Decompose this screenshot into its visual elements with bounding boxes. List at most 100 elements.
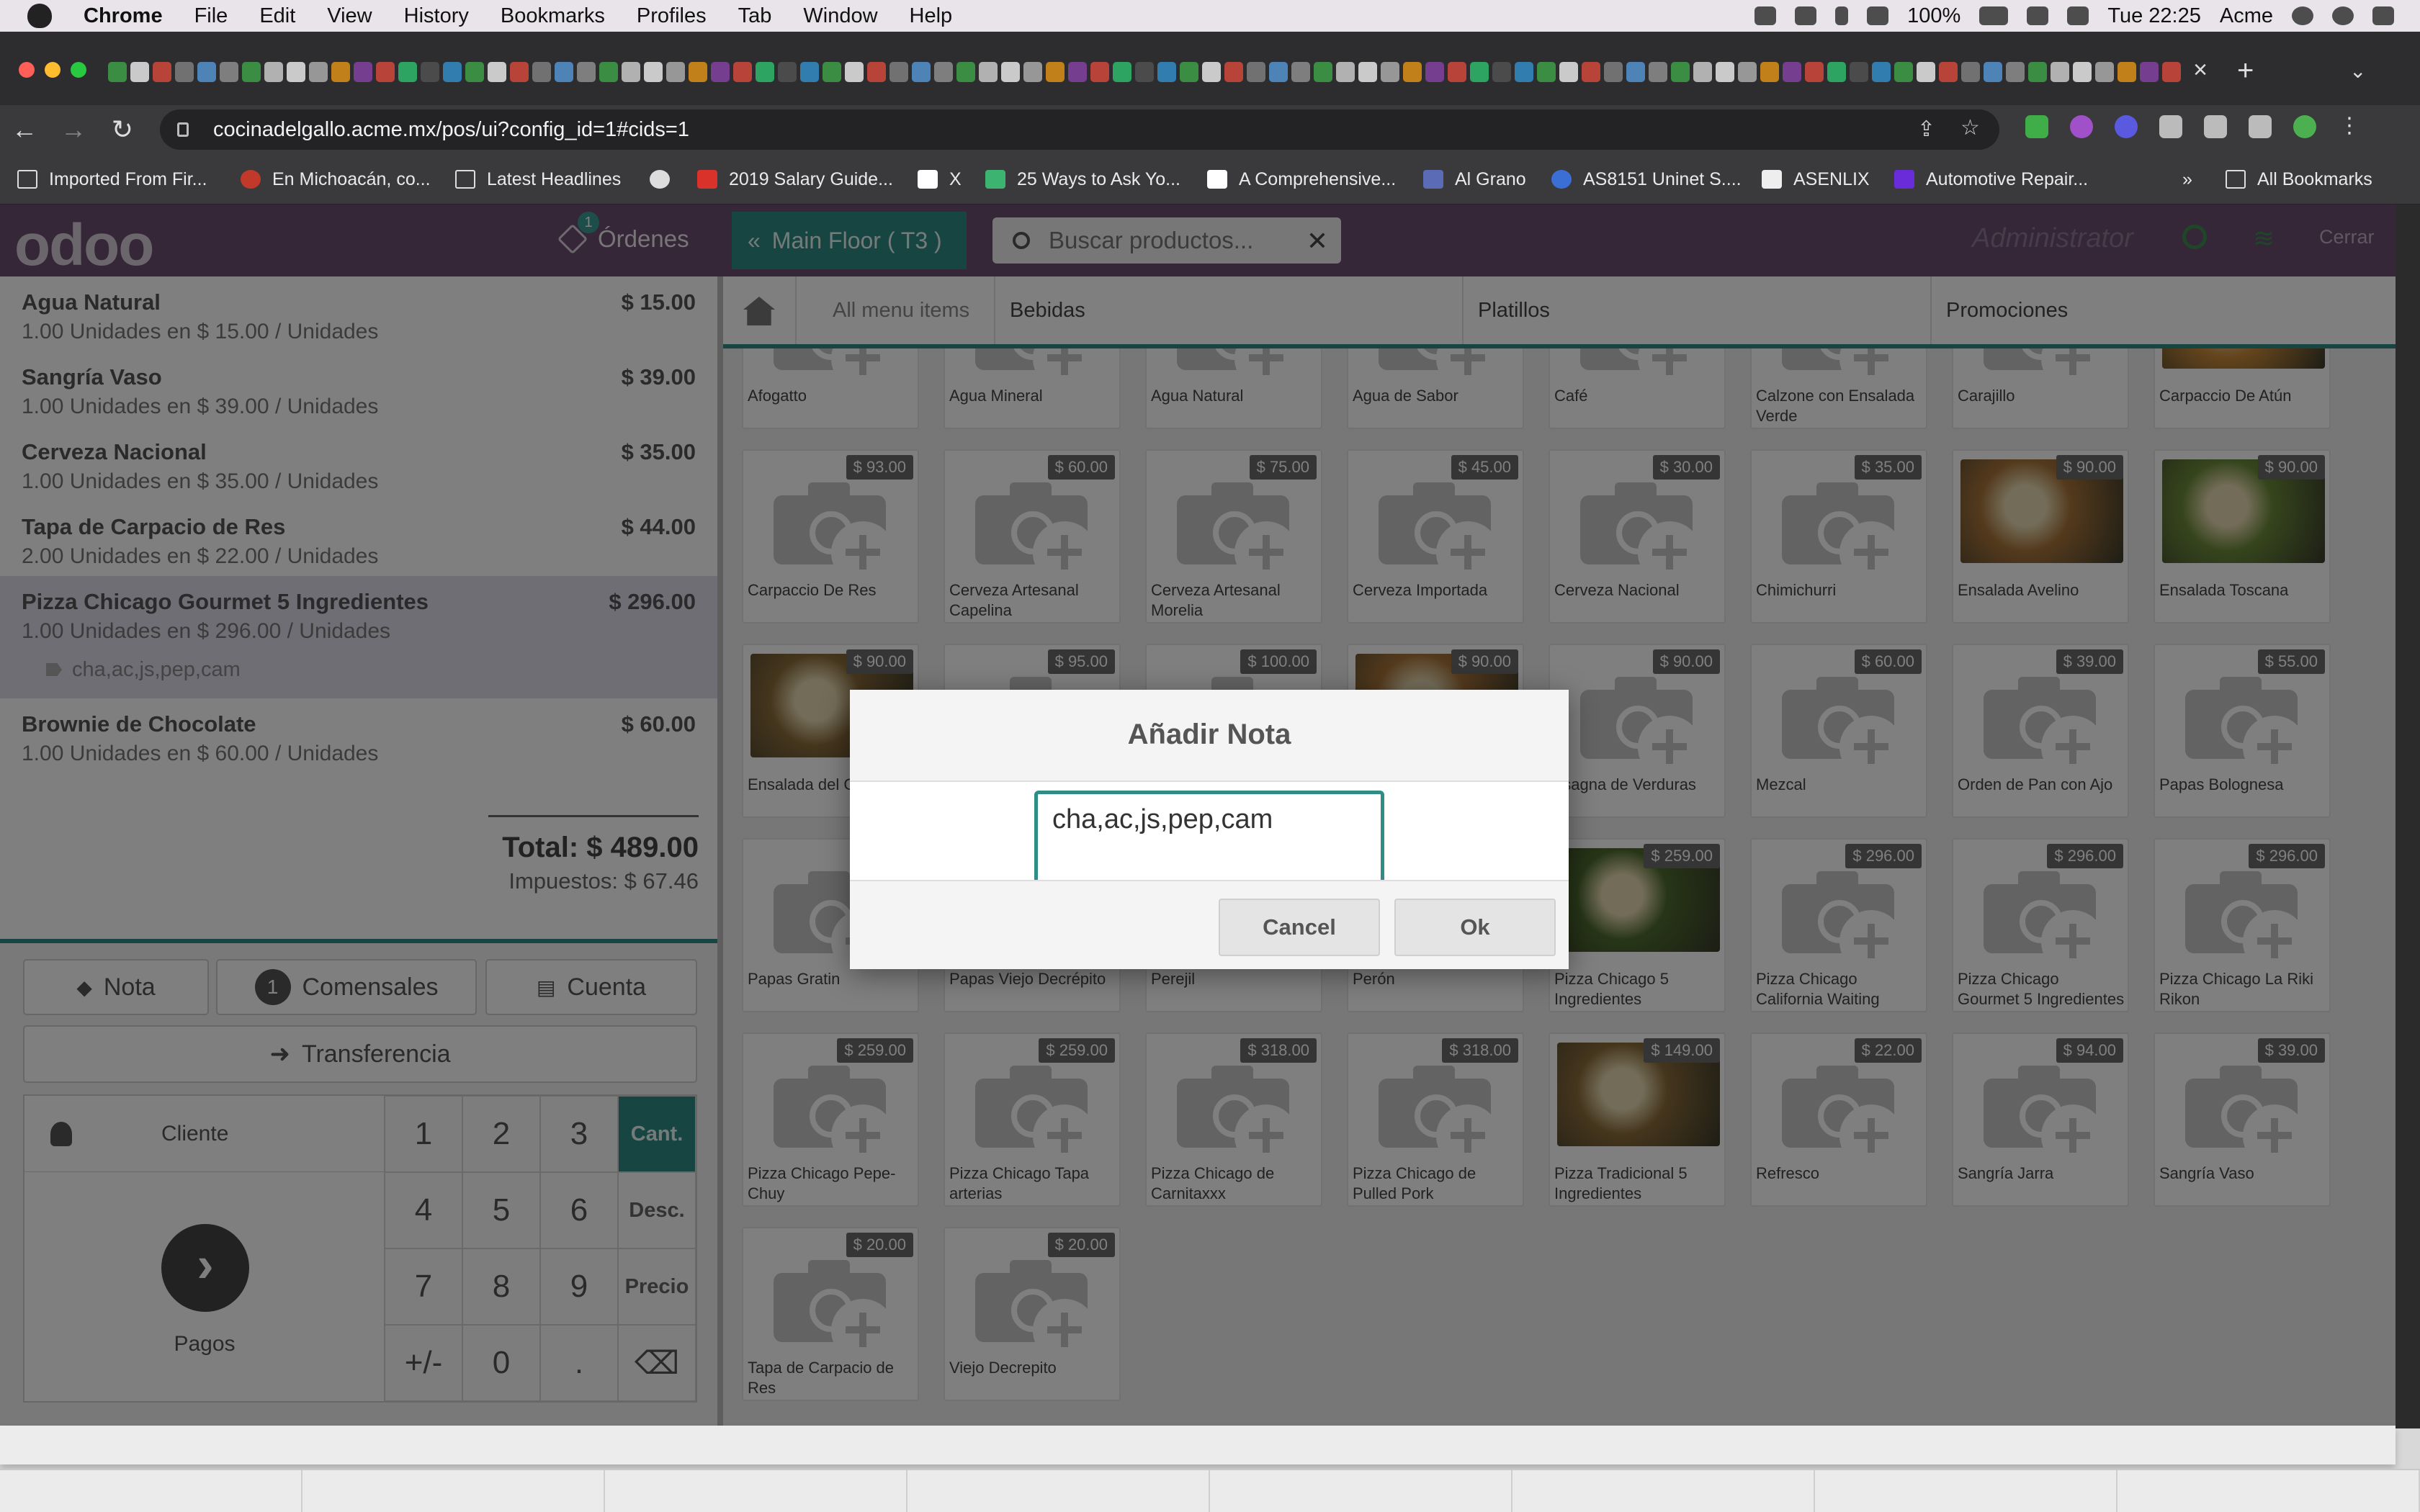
tab-favicon[interactable]	[2140, 62, 2159, 82]
tab-favicon[interactable]	[1738, 62, 1757, 82]
tab-favicon[interactable]	[1559, 62, 1578, 82]
tab-favicon[interactable]	[2095, 62, 2114, 82]
bookmark-imported[interactable]: Imported From Fir...	[17, 167, 207, 192]
media-icon[interactable]	[2204, 115, 2227, 138]
url-text[interactable]: cocinadelgallo.acme.mx/pos/ui?config_id=…	[213, 118, 689, 142]
menu-window[interactable]: Window	[803, 4, 877, 28]
tab-favicon[interactable]	[421, 62, 439, 82]
menubar-user[interactable]: Acme	[2220, 4, 2273, 28]
tab-favicon[interactable]	[778, 62, 797, 82]
side-panel-icon[interactable]	[2249, 115, 2272, 138]
tab-favicon[interactable]	[1113, 62, 1131, 82]
tab-favicon[interactable]	[1626, 62, 1645, 82]
control-center-icon[interactable]	[2372, 6, 2394, 25]
tab-favicon[interactable]	[1269, 62, 1288, 82]
bookmark-as8151[interactable]: AS8151 Uninet S....	[1551, 167, 1742, 192]
tab-favicon[interactable]	[1805, 62, 1824, 82]
tab-favicon[interactable]	[1180, 62, 1198, 82]
menu-edit[interactable]: Edit	[259, 4, 295, 28]
menu-view[interactable]: View	[327, 4, 372, 28]
menu-help[interactable]: Help	[910, 4, 953, 28]
menu-app-name[interactable]: Chrome	[84, 4, 163, 28]
tab-favicon[interactable]	[689, 62, 707, 82]
tab-favicon[interactable]	[153, 62, 171, 82]
tab-favicon[interactable]	[1961, 62, 1980, 82]
tab-favicon[interactable]	[1470, 62, 1489, 82]
tab-favicon[interactable]	[220, 62, 238, 82]
tab-favicon[interactable]	[1582, 62, 1600, 82]
tab-favicon[interactable]	[867, 62, 886, 82]
calendar-icon[interactable]	[2067, 6, 2089, 25]
page-scrollbar[interactable]	[2396, 204, 2420, 1428]
tab-favicon[interactable]	[1314, 62, 1332, 82]
tab-favicon[interactable]	[1783, 62, 1801, 82]
tab-favicon[interactable]	[443, 62, 462, 82]
tab-favicon[interactable]	[1090, 62, 1109, 82]
tab-favicon[interactable]	[956, 62, 975, 82]
menu-profiles[interactable]: Profiles	[637, 4, 707, 28]
tab-favicon[interactable]	[1492, 62, 1511, 82]
reload-icon[interactable]: ↻	[98, 114, 147, 145]
tab-favicon[interactable]	[1224, 62, 1243, 82]
tab-favicon[interactable]	[1827, 62, 1846, 82]
tab-favicon[interactable]	[979, 62, 998, 82]
menu-file[interactable]: File	[194, 4, 228, 28]
menu-history[interactable]: History	[404, 4, 469, 28]
zoom-window-icon[interactable]	[71, 62, 86, 78]
bookmark-michoacan[interactable]: En Michoacán, co...	[241, 167, 431, 192]
tab-favicon[interactable]	[242, 62, 261, 82]
tab-favicon[interactable]	[1425, 62, 1444, 82]
tab-favicon[interactable]	[2118, 62, 2136, 82]
tab-favicon[interactable]	[1001, 62, 1020, 82]
extension-check-icon[interactable]	[2025, 115, 2048, 138]
tab-favicon[interactable]	[1135, 62, 1154, 82]
menu-bookmarks[interactable]: Bookmarks	[501, 4, 605, 28]
siri-icon[interactable]	[2332, 6, 2354, 25]
tab-favicon[interactable]	[1515, 62, 1533, 82]
tab-favicon[interactable]	[465, 62, 484, 82]
tab-favicon[interactable]	[711, 62, 730, 82]
tab-favicon[interactable]	[577, 62, 596, 82]
forward-icon[interactable]: →	[49, 114, 98, 145]
extension-purple-icon[interactable]	[2070, 115, 2093, 138]
tab-favicon[interactable]	[823, 62, 841, 82]
tab-favicon[interactable]	[309, 62, 328, 82]
bookmark-asenlix[interactable]: ASENLIX	[1762, 167, 1870, 192]
all-bookmarks[interactable]: All Bookmarks	[2226, 167, 2372, 192]
tab-favicon[interactable]	[2006, 62, 2025, 82]
battery-icon[interactable]	[1979, 6, 2009, 25]
bookmark-salary-guide[interactable]: 2019 Salary Guide...	[697, 167, 893, 192]
tab-favicon[interactable]	[376, 62, 395, 82]
cloud-icon[interactable]	[1795, 6, 1817, 25]
tab-favicon[interactable]	[800, 62, 819, 82]
tab-favicon[interactable]	[1604, 62, 1623, 82]
tab-search-icon[interactable]: ⌄	[2349, 59, 2366, 83]
spotlight-icon[interactable]	[2292, 6, 2313, 25]
tab-favicon[interactable]	[1157, 62, 1176, 82]
menu-tab[interactable]: Tab	[738, 4, 772, 28]
tab-favicon[interactable]	[889, 62, 908, 82]
tab-favicon[interactable]	[1917, 62, 1935, 82]
tab-favicon[interactable]	[756, 62, 774, 82]
tab-favicon[interactable]	[2028, 62, 2047, 82]
tab-favicon[interactable]	[130, 62, 149, 82]
address-bar[interactable]: cocinadelgallo.acme.mx/pos/ui?config_id=…	[160, 109, 1999, 150]
tab-favicon[interactable]	[1649, 62, 1667, 82]
tab-favicon[interactable]	[622, 62, 640, 82]
tab-favicon[interactable]	[1716, 62, 1734, 82]
tab-favicon[interactable]	[644, 62, 663, 82]
volume-icon[interactable]	[2027, 6, 2049, 25]
tab-favicon[interactable]	[1984, 62, 2002, 82]
tab-favicon[interactable]	[488, 62, 506, 82]
tab-favicon[interactable]	[1939, 62, 1958, 82]
tab-favicon[interactable]	[1448, 62, 1466, 82]
note-textarea[interactable]	[1034, 791, 1384, 888]
status-app-icon[interactable]	[1754, 6, 1777, 25]
tab-favicon[interactable]	[331, 62, 350, 82]
tab-favicon[interactable]	[1850, 62, 1868, 82]
bookmark-x[interactable]: X	[918, 167, 962, 192]
tab-favicon[interactable]	[1894, 62, 1913, 82]
bookmark-star-icon[interactable]: ☆	[1960, 115, 1980, 140]
bookmark-25-ways[interactable]: 25 Ways to Ask Yo...	[985, 167, 1180, 192]
wifi-icon[interactable]	[1867, 6, 1889, 25]
